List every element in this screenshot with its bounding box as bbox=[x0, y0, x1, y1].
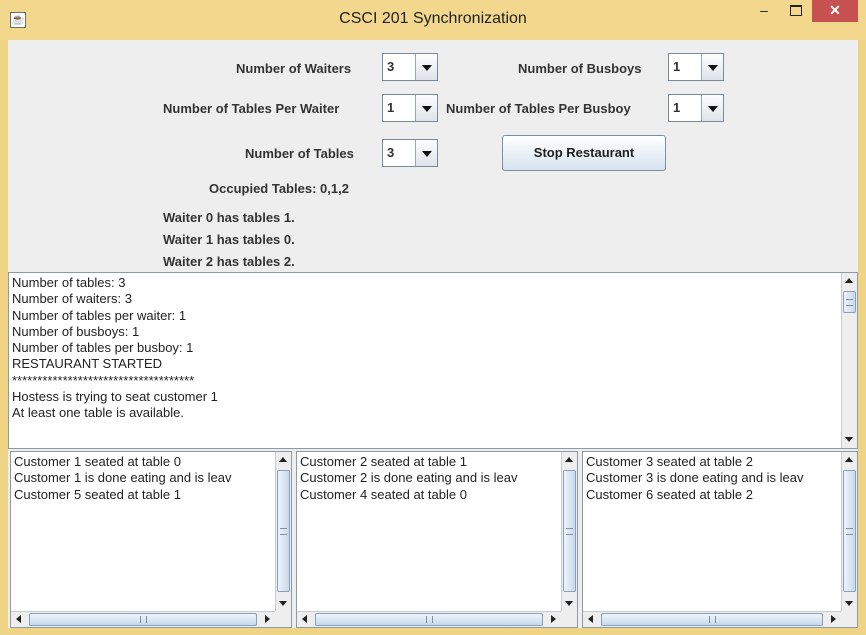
waiter-0-textarea[interactable]: Customer 1 seated at table 0 Customer 1 … bbox=[10, 451, 292, 628]
log-line: Number of busboys: 1 bbox=[12, 323, 140, 339]
title-bar[interactable]: ☕ CSCI 201 Synchronization – ✕ bbox=[0, 0, 866, 40]
content-pane: Number of Waiters 3 Number of Busboys 1 … bbox=[8, 40, 858, 628]
tables-per-waiter-combobox[interactable]: 1 bbox=[382, 94, 438, 122]
scroll-thumb[interactable] bbox=[29, 613, 257, 626]
scroll-down-icon[interactable] bbox=[842, 432, 857, 448]
maximize-button[interactable] bbox=[782, 0, 810, 22]
waiters-value: 3 bbox=[387, 59, 395, 74]
chevron-down-icon[interactable] bbox=[701, 54, 723, 80]
chevron-down-icon[interactable] bbox=[415, 95, 437, 121]
log-line: ************************************ bbox=[12, 372, 195, 388]
scroll-down-icon[interactable] bbox=[842, 596, 857, 612]
tables-label: Number of Tables bbox=[245, 146, 354, 161]
log-line: Number of tables per busboy: 1 bbox=[12, 340, 194, 356]
busboys-combobox[interactable]: 1 bbox=[668, 53, 724, 81]
waiter-0-horizontal-scrollbar[interactable] bbox=[11, 611, 275, 627]
scroll-up-icon[interactable] bbox=[562, 452, 577, 468]
scroll-thumb[interactable] bbox=[277, 470, 290, 592]
waiter-2-horizontal-scrollbar[interactable] bbox=[583, 611, 841, 627]
chevron-down-icon[interactable] bbox=[415, 54, 437, 80]
tables-combobox[interactable]: 3 bbox=[382, 139, 438, 167]
log-line: At least one table is available. bbox=[12, 405, 184, 421]
list-item: Customer 3 is done eating and is leav bbox=[586, 470, 804, 486]
chevron-down-icon[interactable] bbox=[701, 95, 723, 121]
scroll-corner bbox=[561, 611, 577, 627]
scroll-left-icon[interactable] bbox=[11, 612, 27, 627]
waiter-2-textarea[interactable]: Customer 3 seated at table 2 Customer 3 … bbox=[582, 451, 858, 628]
waiter-1-horizontal-scrollbar[interactable] bbox=[297, 611, 561, 627]
scroll-down-icon[interactable] bbox=[276, 596, 291, 612]
tables-per-waiter-label: Number of Tables Per Waiter bbox=[163, 101, 340, 116]
window-title: CSCI 201 Synchronization bbox=[339, 10, 527, 27]
busboys-value: 1 bbox=[673, 59, 681, 74]
list-item: Customer 1 is done eating and is leav bbox=[14, 470, 232, 486]
waiters-combobox[interactable]: 3 bbox=[382, 53, 438, 81]
scroll-thumb[interactable] bbox=[601, 613, 823, 626]
list-item: Customer 1 seated at table 0 bbox=[14, 454, 181, 469]
list-item: Customer 5 seated at table 1 bbox=[14, 486, 181, 502]
scroll-up-icon[interactable] bbox=[276, 452, 291, 468]
log-line: RESTAURANT STARTED bbox=[12, 356, 163, 372]
scroll-up-icon[interactable] bbox=[842, 452, 857, 468]
list-item: Customer 6 seated at table 2 bbox=[586, 486, 753, 502]
tables-per-busboy-label: Number of Tables Per Busboy bbox=[446, 101, 631, 116]
scroll-thumb[interactable] bbox=[843, 470, 856, 592]
scroll-corner bbox=[841, 611, 857, 627]
scroll-right-icon[interactable] bbox=[545, 612, 561, 627]
log-lines: Number of tables: 3 Number of waiters: 3… bbox=[12, 275, 218, 422]
log-textarea[interactable]: Number of tables: 3 Number of waiters: 3… bbox=[8, 272, 858, 449]
scroll-left-icon[interactable] bbox=[297, 612, 313, 627]
scroll-thumb[interactable] bbox=[315, 613, 543, 626]
waiter-2-vertical-scrollbar[interactable] bbox=[841, 452, 857, 612]
list-item: Customer 2 seated at table 1 bbox=[300, 454, 467, 469]
scroll-right-icon[interactable] bbox=[259, 612, 275, 627]
busboys-label: Number of Busboys bbox=[518, 61, 642, 76]
close-button[interactable]: ✕ bbox=[812, 0, 858, 22]
stop-restaurant-button[interactable]: Stop Restaurant bbox=[502, 135, 666, 171]
log-line: Hostess is trying to seat customer 1 bbox=[12, 389, 218, 405]
list-item: Customer 4 seated at table 0 bbox=[300, 486, 467, 502]
scroll-right-icon[interactable] bbox=[825, 612, 841, 627]
waiter-0-vertical-scrollbar[interactable] bbox=[275, 452, 291, 612]
list-item: Customer 3 seated at table 2 bbox=[586, 454, 753, 469]
waiter-1-textarea[interactable]: Customer 2 seated at table 1 Customer 2 … bbox=[296, 451, 578, 628]
scroll-up-icon[interactable] bbox=[842, 273, 857, 289]
scroll-down-icon[interactable] bbox=[562, 596, 577, 612]
list-item: Customer 2 is done eating and is leav bbox=[300, 470, 518, 486]
scroll-thumb[interactable] bbox=[843, 291, 856, 313]
tables-per-busboy-combobox[interactable]: 1 bbox=[668, 94, 724, 122]
scroll-corner bbox=[275, 611, 291, 627]
scroll-left-icon[interactable] bbox=[583, 612, 599, 627]
waiters-label: Number of Waiters bbox=[236, 61, 352, 76]
app-window: ☕ CSCI 201 Synchronization – ✕ Number of… bbox=[0, 0, 866, 635]
log-line: Number of tables per waiter: 1 bbox=[12, 307, 187, 323]
chevron-down-icon[interactable] bbox=[415, 140, 437, 166]
waiter-2-lines: Customer 3 seated at table 2 Customer 3 … bbox=[586, 454, 804, 503]
waiter-1-vertical-scrollbar[interactable] bbox=[561, 452, 577, 612]
minimize-button[interactable]: – bbox=[750, 0, 778, 22]
scroll-thumb[interactable] bbox=[563, 470, 576, 592]
tables-per-busboy-value: 1 bbox=[673, 100, 681, 115]
log-vertical-scrollbar[interactable] bbox=[841, 273, 857, 448]
log-line: Number of waiters: 3 bbox=[12, 291, 132, 307]
tables-value: 3 bbox=[387, 145, 395, 160]
waiter-assignment: Waiter 1 has tables 0. bbox=[163, 232, 295, 247]
waiter-1-lines: Customer 2 seated at table 1 Customer 2 … bbox=[300, 454, 518, 503]
tables-per-waiter-value: 1 bbox=[387, 100, 395, 115]
maximize-icon bbox=[790, 5, 802, 16]
waiter-assignment: Waiter 0 has tables 1. bbox=[163, 210, 295, 225]
occupied-tables-label: Occupied Tables: 0,1,2 bbox=[209, 181, 349, 196]
waiter-0-lines: Customer 1 seated at table 0 Customer 1 … bbox=[14, 454, 232, 503]
waiter-assignment: Waiter 2 has tables 2. bbox=[163, 254, 295, 269]
log-line: Number of tables: 3 bbox=[12, 275, 126, 290]
